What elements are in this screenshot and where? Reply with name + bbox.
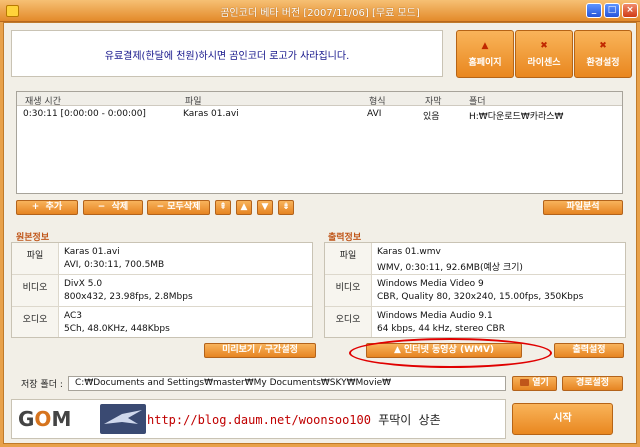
- source-file-row: 파일 Karas 01.avi AVI, 0:30:11, 700.5MB: [12, 243, 312, 275]
- gom-logo: GOM: [18, 407, 72, 431]
- settings-button[interactable]: ✖ 환경설정: [574, 30, 632, 78]
- move-up-button[interactable]: ▲: [236, 200, 252, 215]
- cell-subtitle: 있음: [423, 112, 440, 122]
- output-file-row: 파일 Karas 01.wmv WMV, 0:30:11, 92.6MB(예상 …: [325, 243, 625, 275]
- header-subtitle[interactable]: 자막: [425, 94, 442, 107]
- maximize-button[interactable]: □: [604, 3, 620, 18]
- settings-icon: ✖: [599, 41, 607, 51]
- file-list[interactable]: 재생 시간 파일 형식 자막 폴더 0:30:11 [0:00:00 - 0:0…: [16, 91, 623, 194]
- delete-button[interactable]: − 삭제: [83, 200, 143, 215]
- window-title: 곰인코더 베타 버전 [2007/11/06] [무료 모드]: [220, 8, 420, 19]
- folder-icon: [520, 379, 530, 386]
- arrow-up-icon: ▲: [240, 202, 248, 212]
- delete-all-button[interactable]: − 모두삭제: [147, 200, 210, 215]
- bird-icon: [100, 404, 146, 434]
- open-folder-button[interactable]: 열기: [512, 376, 557, 391]
- output-audio-row: 오디오 Windows Media Audio 9.1 64 kbps, 44 …: [325, 307, 625, 337]
- blog-url-text: http://blog.daum.net/woonsoo100 푸딱이 상촌: [147, 413, 441, 427]
- save-folder-label: 저장 폴더 :: [21, 380, 63, 390]
- title-bar: 곰인코더 베타 버전 [2007/11/06] [무료 모드] _ □ ×: [0, 0, 640, 22]
- move-bottom-button[interactable]: ⇟: [278, 200, 294, 215]
- source-info-panel: 파일 Karas 01.avi AVI, 0:30:11, 700.5MB 비디…: [11, 242, 313, 338]
- arrow-down-icon: ▼: [261, 202, 269, 212]
- output-info-panel: 파일 Karas 01.wmv WMV, 0:30:11, 92.6MB(예상 …: [324, 242, 626, 338]
- add-button[interactable]: + 추가: [16, 200, 78, 215]
- source-video-row: 비디오 DivX 5.0 800x432, 23.98fps, 2.8Mbps: [12, 275, 312, 307]
- file-analysis-button[interactable]: 파일분석: [543, 200, 623, 215]
- header-format[interactable]: 형식: [369, 94, 386, 107]
- preview-range-button[interactable]: 미리보기 / 구간설정: [204, 343, 316, 358]
- license-icon: ✖: [540, 41, 548, 51]
- banner-text: 유료결제(한달에 천원)하시면 곰인코더 로고가 사라집니다.: [104, 51, 350, 62]
- cell-folder: H:₩다운로드₩카라스₩: [469, 112, 564, 122]
- file-list-header: 재생 시간 파일 형식 자막 폴더: [17, 92, 622, 107]
- move-bottom-icon: ⇟: [282, 202, 290, 212]
- table-row[interactable]: 0:30:11 [0:00:00 - 0:00:00] Karas 01.avi…: [17, 107, 622, 122]
- change-path-button[interactable]: 경로설정: [562, 376, 623, 391]
- move-top-button[interactable]: ⇞: [215, 200, 231, 215]
- homepage-button[interactable]: ▲ 홈페이지: [456, 30, 514, 78]
- header-file[interactable]: 파일: [185, 94, 202, 107]
- save-folder-field[interactable]: C:₩Documents and Settings₩master₩My Docu…: [68, 376, 506, 391]
- start-button[interactable]: 시작: [512, 403, 613, 435]
- info-banner: 유료결제(한달에 천원)하시면 곰인코더 로고가 사라집니다.: [11, 30, 443, 77]
- license-button[interactable]: ✖ 라이센스: [515, 30, 573, 78]
- cell-format: AVI: [367, 109, 382, 119]
- close-button[interactable]: ×: [622, 3, 638, 18]
- cell-duration: 0:30:11 [0:00:00 - 0:00:00]: [23, 109, 146, 119]
- source-audio-row: 오디오 AC3 5Ch, 48.0KHz, 448Kbps: [12, 307, 312, 337]
- minimize-button[interactable]: _: [586, 3, 602, 18]
- highlight-circle: [349, 338, 552, 368]
- output-settings-button[interactable]: 출력설정: [554, 343, 624, 358]
- home-icon: ▲: [481, 41, 489, 51]
- header-duration[interactable]: 재생 시간: [25, 94, 61, 107]
- header-folder[interactable]: 폴더: [469, 94, 486, 107]
- move-top-icon: ⇞: [219, 202, 227, 212]
- output-video-row: 비디오 Windows Media Video 9 CBR, Quality 8…: [325, 275, 625, 307]
- footer-banner: GOM http://blog.daum.net/woonsoo100 푸딱이 …: [11, 399, 506, 439]
- cell-file: Karas 01.avi: [183, 109, 239, 119]
- move-down-button[interactable]: ▼: [257, 200, 273, 215]
